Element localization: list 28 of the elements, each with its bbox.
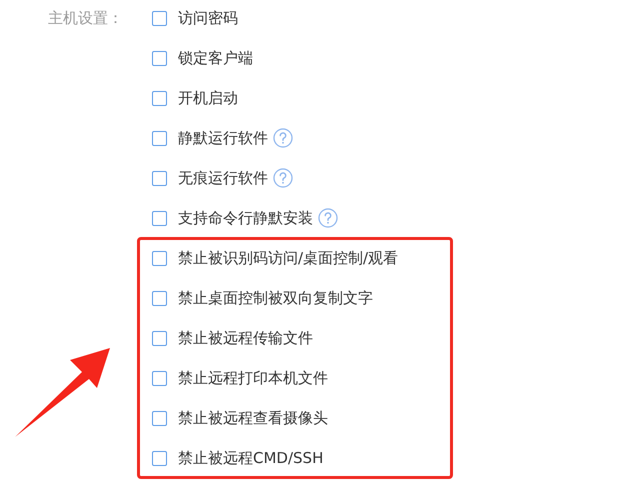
checkbox[interactable]	[152, 130, 167, 146]
option-label: 禁止被远程查看摄像头	[178, 408, 328, 428]
help-icon[interactable]	[318, 208, 338, 228]
option-label: 锁定客户端	[178, 48, 253, 68]
checkbox[interactable]	[152, 450, 167, 466]
checkbox[interactable]	[152, 210, 167, 226]
option-label: 支持命令行静默安装	[178, 208, 313, 228]
help-icon[interactable]	[273, 168, 293, 188]
option-label: 访问密码	[178, 8, 238, 28]
option-label: 无痕运行软件	[178, 168, 268, 188]
checkbox[interactable]	[152, 290, 167, 306]
checkbox[interactable]	[152, 10, 167, 26]
option-label: 禁止被远程传输文件	[178, 328, 313, 348]
checkbox[interactable]	[152, 170, 167, 186]
help-icon[interactable]	[273, 128, 293, 148]
option-label: 禁止桌面控制被双向复制文字	[178, 288, 373, 308]
checkbox[interactable]	[152, 250, 167, 266]
option-label: 禁止远程打印本机文件	[178, 368, 328, 388]
option-label: 禁止被远程CMD/SSH	[178, 448, 324, 468]
checkbox[interactable]	[152, 370, 167, 386]
checkbox[interactable]	[152, 50, 167, 66]
option-label: 静默运行软件	[178, 128, 268, 148]
settings-label: 主机设置：	[48, 8, 124, 29]
checkbox[interactable]	[152, 90, 167, 106]
option-label: 禁止被识别码访问/桌面控制/观看	[178, 248, 398, 268]
option-label: 开机启动	[178, 88, 238, 108]
checkbox[interactable]	[152, 330, 167, 346]
checkbox[interactable]	[152, 410, 167, 426]
